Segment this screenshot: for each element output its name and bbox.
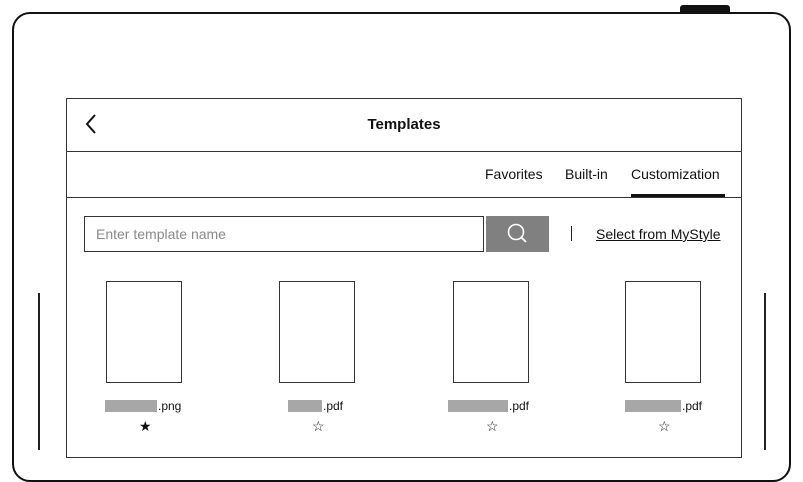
favorite-star-icon[interactable]: ☆ xyxy=(486,418,499,434)
redacted-name xyxy=(105,400,157,412)
active-tab-indicator xyxy=(631,194,725,197)
template-item[interactable]: .pdf ☆ xyxy=(448,281,568,441)
template-thumbnail xyxy=(453,281,529,383)
select-from-mystyle-link[interactable]: Select from MyStyle xyxy=(596,226,720,242)
search-button[interactable] xyxy=(486,216,549,252)
tab-customization[interactable]: Customization xyxy=(631,166,720,182)
power-button xyxy=(680,5,730,13)
template-thumbnail xyxy=(279,281,355,383)
template-item[interactable]: .pdf ☆ xyxy=(274,281,394,441)
tab-favorites[interactable]: Favorites xyxy=(485,166,543,182)
tab-built-in[interactable]: Built-in xyxy=(565,166,608,182)
page-title: Templates xyxy=(367,116,441,133)
redacted-name xyxy=(288,400,322,412)
divider xyxy=(571,226,572,241)
favorite-star-icon[interactable]: ★ xyxy=(139,418,152,434)
redacted-name xyxy=(625,400,681,412)
left-edge-line xyxy=(38,293,40,450)
template-thumbnail xyxy=(625,281,701,383)
tab-bar: Favorites Built-in Customization xyxy=(67,151,741,198)
template-item[interactable]: .png ★ xyxy=(101,281,221,441)
search-input[interactable] xyxy=(85,217,483,251)
template-thumbnail xyxy=(106,281,182,383)
right-edge-line xyxy=(764,293,766,450)
templates-window: Templates Favorites Built-in Customizati… xyxy=(66,98,742,458)
search-box xyxy=(84,216,484,252)
search-icon xyxy=(507,223,527,243)
favorite-star-icon[interactable]: ☆ xyxy=(658,418,671,434)
template-item[interactable]: .pdf ☆ xyxy=(621,281,741,441)
file-extension: .pdf xyxy=(323,399,344,413)
file-extension: .pdf xyxy=(682,399,703,413)
file-extension: .pdf xyxy=(509,399,530,413)
file-extension: .png xyxy=(158,399,182,413)
redacted-name xyxy=(448,400,508,412)
top-bar: Templates xyxy=(67,99,741,152)
favorite-star-icon[interactable]: ☆ xyxy=(312,418,325,434)
